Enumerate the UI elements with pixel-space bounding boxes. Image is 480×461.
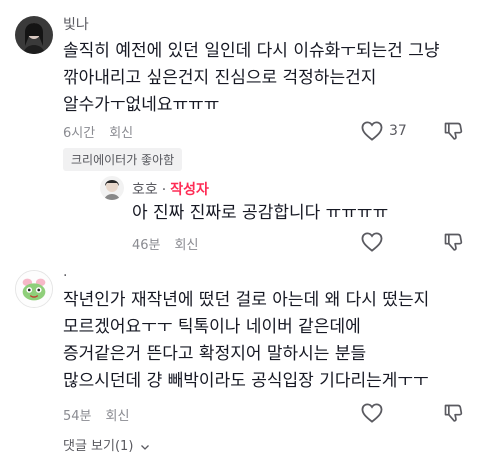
- comment-timestamp: 6시간: [63, 126, 96, 141]
- avatar[interactable]: [15, 16, 53, 54]
- view-replies-label: 댓글 보기(1): [63, 439, 134, 454]
- heart-icon: [361, 403, 383, 423]
- dislike-button[interactable]: [443, 121, 463, 141]
- separator: ·: [161, 182, 167, 198]
- dislike-button[interactable]: [443, 232, 463, 252]
- comment-text: 솔직히 예전에 있던 일인데 다시 이슈화ㅜ되는건 그냥 깎아내리고 싶은건지 …: [63, 41, 440, 115]
- like-button[interactable]: 37: [361, 121, 407, 141]
- like-button[interactable]: [361, 232, 383, 252]
- reply-text: 아 진짜 진짜로 공감합니다 ㅠㅠㅠㅠ: [132, 203, 389, 223]
- comment-username[interactable]: .: [63, 264, 67, 280]
- reply-button[interactable]: 회신: [109, 126, 133, 141]
- comment-timestamp: 54분: [63, 409, 92, 424]
- creator-liked-badge: 크리에이터가 좋아함: [63, 148, 183, 171]
- comment-meta: 6시간 회신: [63, 122, 133, 141]
- view-replies-button[interactable]: 댓글 보기(1): [63, 435, 150, 454]
- reply-timestamp: 46분: [132, 238, 161, 253]
- like-count: 37: [389, 123, 407, 139]
- heart-icon: [361, 121, 383, 141]
- author-tag: 작성자: [170, 182, 209, 198]
- avatar[interactable]: [100, 176, 124, 200]
- like-button[interactable]: [361, 403, 383, 423]
- reply-username[interactable]: 호호: [132, 182, 158, 198]
- reply-username-row: 호호 · 작성자: [132, 179, 209, 199]
- comment-username[interactable]: 빛나: [63, 14, 89, 34]
- reply-button[interactable]: 회신: [106, 409, 130, 424]
- thumbs-down-icon: [444, 233, 463, 251]
- comments-panel: 빛나 솔직히 예전에 있던 일인데 다시 이슈화ㅜ되는건 그냥 깎아내리고 싶은…: [0, 0, 480, 461]
- reply-meta: 46분 회신: [132, 234, 198, 253]
- avatar[interactable]: [15, 270, 53, 308]
- reply-button[interactable]: 회신: [175, 238, 199, 253]
- chevron-down-icon: [140, 444, 149, 450]
- comment-meta: 54분 회신: [63, 405, 129, 424]
- thumbs-down-icon: [444, 404, 463, 422]
- comment-text: 작년인가 재작년에 떴던 걸로 아는데 왜 다시 떴는지 모르겠어요ㅜㅜ 틱톡이…: [63, 290, 430, 391]
- thumbs-down-icon: [444, 122, 463, 140]
- dislike-button[interactable]: [443, 403, 463, 423]
- heart-icon: [361, 232, 383, 252]
